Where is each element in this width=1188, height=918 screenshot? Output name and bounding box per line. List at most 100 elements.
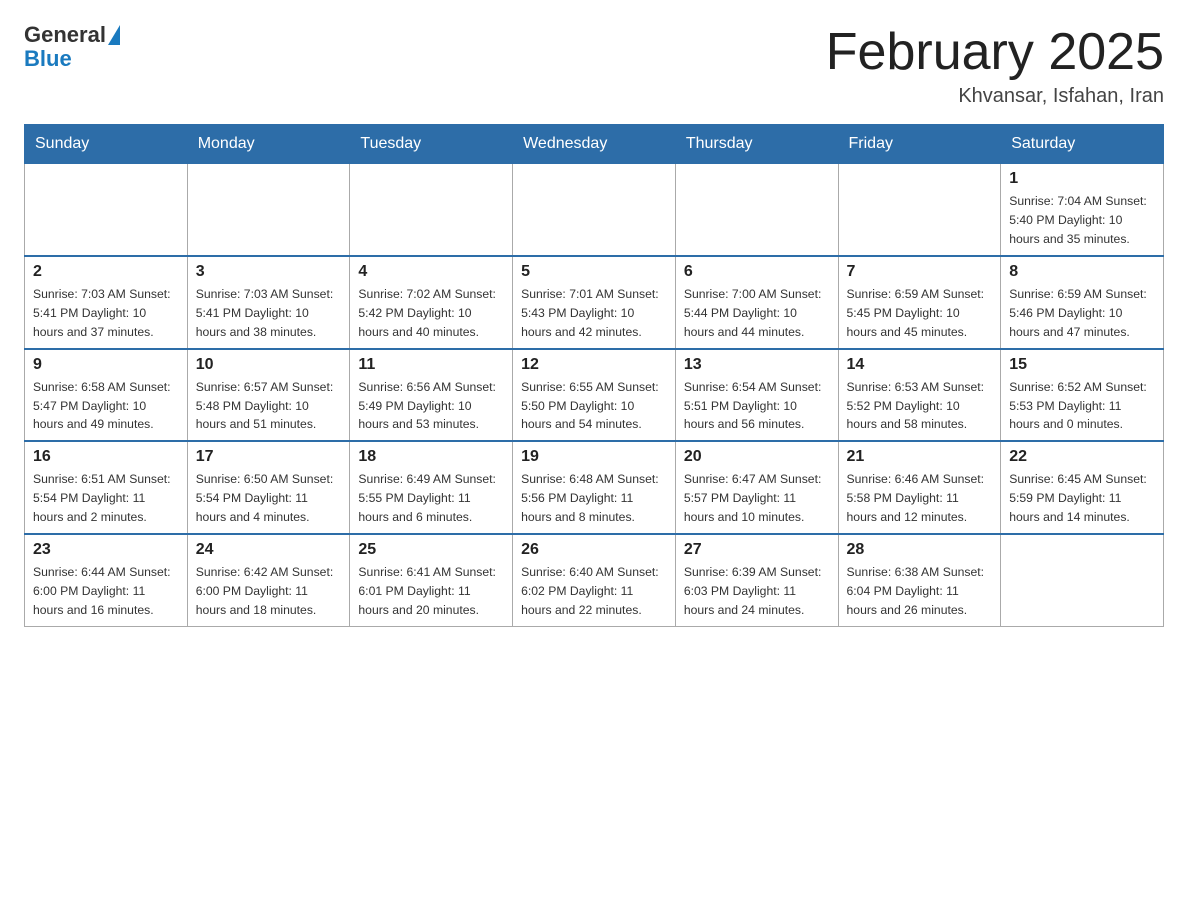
day-number: 15 (1009, 356, 1155, 374)
calendar-day-header: Thursday (675, 125, 838, 164)
day-info: Sunrise: 7:03 AM Sunset: 5:41 PM Dayligh… (33, 285, 179, 342)
day-info: Sunrise: 6:56 AM Sunset: 5:49 PM Dayligh… (358, 378, 504, 435)
calendar-day-header: Sunday (25, 125, 188, 164)
calendar-cell: 13 Sunrise: 6:54 AM Sunset: 5:51 PM Dayli… (675, 349, 838, 442)
calendar-week-row: 2 Sunrise: 7:03 AM Sunset: 5:41 PM Daylig… (25, 256, 1164, 349)
calendar-cell: 14 Sunrise: 6:53 AM Sunset: 5:52 PM Dayli… (838, 349, 1001, 442)
day-info: Sunrise: 6:59 AM Sunset: 5:45 PM Dayligh… (847, 285, 993, 342)
calendar-cell: 15 Sunrise: 6:52 AM Sunset: 5:53 PM Dayli… (1001, 349, 1164, 442)
day-info: Sunrise: 6:51 AM Sunset: 5:54 PM Dayligh… (33, 470, 179, 527)
calendar-cell: 22 Sunrise: 6:45 AM Sunset: 5:59 PM Dayli… (1001, 441, 1164, 534)
day-number: 4 (358, 263, 504, 281)
day-info: Sunrise: 6:45 AM Sunset: 5:59 PM Dayligh… (1009, 470, 1155, 527)
day-info: Sunrise: 6:53 AM Sunset: 5:52 PM Dayligh… (847, 378, 993, 435)
day-number: 13 (684, 356, 830, 374)
calendar-cell: 17Sunrise: 6:50 AM Sunset: 5:54 PM Dayli… (187, 441, 350, 534)
day-info: Sunrise: 6:49 AM Sunset: 5:55 PM Dayligh… (358, 470, 504, 527)
calendar-header-row: SundayMondayTuesdayWednesdayThursdayFrid… (25, 125, 1164, 164)
calendar-cell: 10Sunrise: 6:57 AM Sunset: 5:48 PM Dayli… (187, 349, 350, 442)
page-header: General Blue February 2025 Khvansar, Isf… (24, 24, 1164, 108)
day-info: Sunrise: 6:48 AM Sunset: 5:56 PM Dayligh… (521, 470, 667, 527)
calendar-cell (350, 164, 513, 256)
calendar-cell: 4 Sunrise: 7:02 AM Sunset: 5:42 PM Daylig… (350, 256, 513, 349)
day-info: Sunrise: 7:04 AM Sunset: 5:40 PM Dayligh… (1009, 192, 1155, 249)
logo-blue-text: Blue (24, 46, 72, 72)
day-number: 23 (33, 541, 179, 559)
calendar-cell: 3 Sunrise: 7:03 AM Sunset: 5:41 PM Daylig… (187, 256, 350, 349)
day-info: Sunrise: 6:52 AM Sunset: 5:53 PM Dayligh… (1009, 378, 1155, 435)
day-info: Sunrise: 6:39 AM Sunset: 6:03 PM Dayligh… (684, 563, 830, 620)
calendar-week-row: 16 Sunrise: 6:51 AM Sunset: 5:54 PM Dayli… (25, 441, 1164, 534)
calendar-cell (838, 164, 1001, 256)
day-number: 20 (684, 448, 830, 466)
calendar-cell: 7Sunrise: 6:59 AM Sunset: 5:45 PM Daylig… (838, 256, 1001, 349)
location-text: Khvansar, Isfahan, Iran (826, 85, 1164, 108)
day-number: 11 (358, 356, 504, 374)
day-number: 22 (1009, 448, 1155, 466)
calendar-cell (1001, 534, 1164, 626)
day-number: 28 (847, 541, 993, 559)
day-info: Sunrise: 6:58 AM Sunset: 5:47 PM Dayligh… (33, 378, 179, 435)
calendar-cell (675, 164, 838, 256)
day-info: Sunrise: 6:55 AM Sunset: 5:50 PM Dayligh… (521, 378, 667, 435)
calendar-cell: 6Sunrise: 7:00 AM Sunset: 5:44 PM Daylig… (675, 256, 838, 349)
calendar-cell: 20 Sunrise: 6:47 AM Sunset: 5:57 PM Dayli… (675, 441, 838, 534)
day-info: Sunrise: 6:42 AM Sunset: 6:00 PM Dayligh… (196, 563, 342, 620)
day-number: 3 (196, 263, 342, 281)
calendar-week-row: 9 Sunrise: 6:58 AM Sunset: 5:47 PM Daylig… (25, 349, 1164, 442)
calendar-day-header: Friday (838, 125, 1001, 164)
day-number: 27 (684, 541, 830, 559)
day-info: Sunrise: 6:38 AM Sunset: 6:04 PM Dayligh… (847, 563, 993, 620)
day-info: Sunrise: 6:47 AM Sunset: 5:57 PM Dayligh… (684, 470, 830, 527)
day-number: 26 (521, 541, 667, 559)
calendar-cell: 1 Sunrise: 7:04 AM Sunset: 5:40 PM Daylig… (1001, 164, 1164, 256)
month-title: February 2025 (826, 24, 1164, 81)
day-number: 8 (1009, 263, 1155, 281)
calendar-day-header: Tuesday (350, 125, 513, 164)
day-info: Sunrise: 6:59 AM Sunset: 5:46 PM Dayligh… (1009, 285, 1155, 342)
logo-triangle-icon (108, 25, 120, 45)
calendar-week-row: 1 Sunrise: 7:04 AM Sunset: 5:40 PM Daylig… (25, 164, 1164, 256)
day-info: Sunrise: 6:50 AM Sunset: 5:54 PM Dayligh… (196, 470, 342, 527)
calendar-cell: 27 Sunrise: 6:39 AM Sunset: 6:03 PM Dayli… (675, 534, 838, 626)
day-info: Sunrise: 6:41 AM Sunset: 6:01 PM Dayligh… (358, 563, 504, 620)
calendar-cell: 28 Sunrise: 6:38 AM Sunset: 6:04 PM Dayli… (838, 534, 1001, 626)
day-info: Sunrise: 7:03 AM Sunset: 5:41 PM Dayligh… (196, 285, 342, 342)
day-info: Sunrise: 7:00 AM Sunset: 5:44 PM Dayligh… (684, 285, 830, 342)
calendar-cell: 11 Sunrise: 6:56 AM Sunset: 5:49 PM Dayli… (350, 349, 513, 442)
calendar-cell (513, 164, 676, 256)
day-number: 12 (521, 356, 667, 374)
day-info: Sunrise: 6:40 AM Sunset: 6:02 PM Dayligh… (521, 563, 667, 620)
calendar-cell: 25 Sunrise: 6:41 AM Sunset: 6:01 PM Dayli… (350, 534, 513, 626)
calendar-week-row: 23 Sunrise: 6:44 AM Sunset: 6:00 PM Dayli… (25, 534, 1164, 626)
day-info: Sunrise: 6:54 AM Sunset: 5:51 PM Dayligh… (684, 378, 830, 435)
day-info: Sunrise: 6:46 AM Sunset: 5:58 PM Dayligh… (847, 470, 993, 527)
day-number: 9 (33, 356, 179, 374)
title-block: February 2025 Khvansar, Isfahan, Iran (826, 24, 1164, 108)
calendar-cell: 5Sunrise: 7:01 AM Sunset: 5:43 PM Daylig… (513, 256, 676, 349)
calendar-cell: 23 Sunrise: 6:44 AM Sunset: 6:00 PM Dayli… (25, 534, 188, 626)
calendar-cell: 21 Sunrise: 6:46 AM Sunset: 5:58 PM Dayli… (838, 441, 1001, 534)
logo: General Blue (24, 24, 122, 72)
calendar-cell (25, 164, 188, 256)
calendar-day-header: Wednesday (513, 125, 676, 164)
day-number: 2 (33, 263, 179, 281)
day-number: 21 (847, 448, 993, 466)
calendar-cell: 26 Sunrise: 6:40 AM Sunset: 6:02 PM Dayli… (513, 534, 676, 626)
day-number: 10 (196, 356, 342, 374)
day-number: 16 (33, 448, 179, 466)
day-number: 24 (196, 541, 342, 559)
day-number: 19 (521, 448, 667, 466)
day-info: Sunrise: 7:01 AM Sunset: 5:43 PM Dayligh… (521, 285, 667, 342)
calendar-cell: 9 Sunrise: 6:58 AM Sunset: 5:47 PM Daylig… (25, 349, 188, 442)
calendar-cell: 18Sunrise: 6:49 AM Sunset: 5:55 PM Dayli… (350, 441, 513, 534)
day-info: Sunrise: 6:44 AM Sunset: 6:00 PM Dayligh… (33, 563, 179, 620)
day-number: 1 (1009, 170, 1155, 188)
calendar-cell: 8 Sunrise: 6:59 AM Sunset: 5:46 PM Daylig… (1001, 256, 1164, 349)
day-info: Sunrise: 7:02 AM Sunset: 5:42 PM Dayligh… (358, 285, 504, 342)
day-number: 25 (358, 541, 504, 559)
day-number: 14 (847, 356, 993, 374)
calendar-cell: 19 Sunrise: 6:48 AM Sunset: 5:56 PM Dayli… (513, 441, 676, 534)
calendar-cell: 24 Sunrise: 6:42 AM Sunset: 6:00 PM Dayli… (187, 534, 350, 626)
calendar-cell: 12 Sunrise: 6:55 AM Sunset: 5:50 PM Dayli… (513, 349, 676, 442)
